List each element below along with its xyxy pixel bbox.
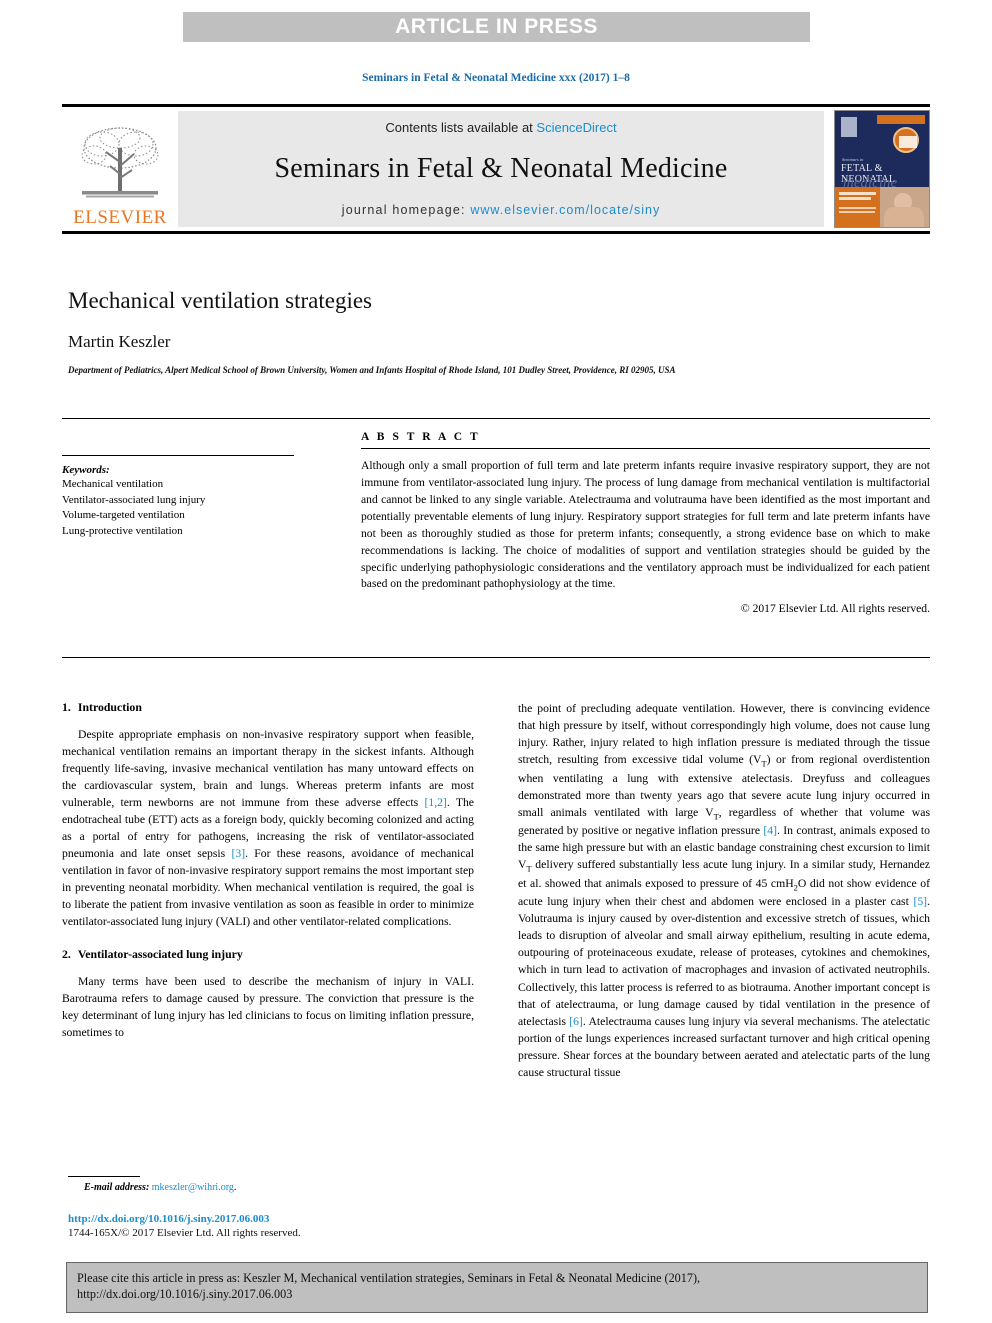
- citation-notice-box: Please cite this article in press as: Ke…: [66, 1262, 928, 1313]
- paragraph-intro: Despite appropriate emphasis on non-inva…: [62, 726, 474, 930]
- journal-running-head: Seminars in Fetal & Neonatal Medicine xx…: [362, 72, 630, 84]
- author-affiliation: Department of Pediatrics, Alpert Medical…: [68, 365, 676, 375]
- section-number: 1.: [62, 700, 71, 714]
- cover-publisher-mark-icon: [841, 117, 857, 137]
- email-label: E-mail address:: [84, 1182, 150, 1193]
- sciencedirect-link[interactable]: ScienceDirect: [536, 120, 616, 135]
- journal-masthead: ELSEVIER Contents lists available at Sci…: [62, 104, 930, 234]
- cover-lower-band: [835, 187, 929, 227]
- keyword-item: Mechanical ventilation: [62, 478, 164, 490]
- cover-photo: [880, 187, 929, 227]
- abstract-heading: A B S T R A C T: [361, 431, 481, 443]
- abstract-divider: [361, 448, 930, 449]
- article-in-press-label: ARTICLE IN PRESS: [395, 15, 598, 38]
- abstract-copyright: © 2017 Elsevier Ltd. All rights reserved…: [740, 602, 930, 616]
- issn-copyright-line: 1744-165X/© 2017 Elsevier Ltd. All right…: [68, 1227, 301, 1239]
- journal-homepage-link[interactable]: www.elsevier.com/locate/siny: [470, 203, 660, 217]
- cover-title-small: Seminars in: [842, 157, 864, 162]
- keyword-item: Lung-protective ventilation: [62, 524, 183, 537]
- abstract-section: Keywords: Mechanical ventilation Ventila…: [62, 418, 930, 658]
- page-title: Mechanical ventilation strategies: [68, 288, 372, 313]
- para-text-part: Despite appropriate emphasis on non-inva…: [62, 728, 474, 810]
- cover-seal-inner: [899, 136, 917, 148]
- abstract-text: Although only a small proportion of full…: [361, 459, 930, 591]
- author-name: Martin Keszler: [68, 332, 171, 351]
- paragraph-right-continued: the point of precluding adequate ventila…: [518, 700, 930, 1081]
- elsevier-wordmark: ELSEVIER: [73, 207, 167, 228]
- section-heading-introduction: 1. Introduction: [62, 700, 474, 715]
- contents-lists-line: Contents lists available at ScienceDirec…: [385, 120, 616, 135]
- citation-ref-5[interactable]: [5]: [913, 895, 927, 908]
- cover-seal-icon: [893, 127, 919, 153]
- doi-link[interactable]: http://dx.doi.org/10.1016/j.siny.2017.06…: [68, 1213, 508, 1225]
- elsevier-logo: ELSEVIER: [62, 107, 178, 231]
- journal-homepage-prefix: journal homepage:: [341, 203, 471, 217]
- keywords-list: Mechanical ventilation Ventilator-associ…: [62, 477, 343, 539]
- citation-ref-6[interactable]: [6]: [569, 1015, 583, 1028]
- elsevier-tree-icon: [81, 127, 159, 198]
- citation-ref-3[interactable]: [3]: [231, 847, 245, 860]
- citation-ref-1-2[interactable]: [1,2]: [424, 796, 446, 809]
- journal-title: Seminars in Fetal & Neonatal Medicine: [274, 153, 728, 184]
- section-title: Introduction: [77, 700, 142, 714]
- doi-block: http://dx.doi.org/10.1016/j.siny.2017.06…: [68, 1213, 508, 1239]
- cover-lower-text-block: [835, 187, 881, 227]
- citation-notice-text: Please cite this article in press as: Ke…: [77, 1271, 701, 1302]
- section-heading-vali: 2. Ventilator-associated lung injury: [62, 947, 474, 962]
- citation-ref-4[interactable]: [4]: [763, 824, 777, 837]
- cover-orange-strip: [877, 115, 925, 124]
- keywords-heading: Keywords:: [62, 464, 110, 476]
- paragraph-vali: Many terms have been used to describe th…: [62, 975, 474, 1040]
- journal-homepage-line: journal homepage: www.elsevier.com/locat…: [342, 203, 661, 217]
- footnote-block: E-mail address: mkeszler@wihri.org.: [68, 1176, 480, 1193]
- contents-lists-prefix: Contents lists available at: [385, 120, 537, 135]
- journal-band: Contents lists available at ScienceDirec…: [178, 111, 824, 227]
- section-number: 2.: [62, 947, 71, 962]
- email-footnote: E-mail address: mkeszler@wihri.org.: [68, 1182, 480, 1193]
- keywords-column: Keywords: Mechanical ventilation Ventila…: [62, 431, 357, 657]
- section-title: Ventilator-associated lung injury: [77, 947, 243, 962]
- keyword-item: Volume-targeted ventilation: [62, 509, 185, 522]
- article-header: Mechanical ventilation strategies Martin…: [68, 288, 768, 377]
- journal-cover-thumbnail: Seminars in FETAL & NEONATAL medicine: [834, 110, 930, 228]
- body-column-right: the point of precluding adequate ventila…: [518, 700, 930, 1180]
- article-body: 1. Introduction Despite appropriate empha…: [62, 700, 930, 1180]
- email-link[interactable]: mkeszler@wihri.org: [152, 1182, 234, 1193]
- article-in-press-banner: ARTICLE IN PRESS: [183, 12, 810, 42]
- footnote-divider: [68, 1176, 140, 1177]
- keywords-divider: [62, 455, 294, 456]
- email-tail: .: [233, 1182, 237, 1193]
- abstract-column: A B S T R A C T Although only a small pr…: [357, 431, 930, 657]
- keyword-item: Ventilator-associated lung injury: [62, 493, 206, 506]
- body-column-left: 1. Introduction Despite appropriate empha…: [62, 700, 474, 1180]
- para-text-part: . Volutrauma is injury caused by over-di…: [518, 895, 930, 1028]
